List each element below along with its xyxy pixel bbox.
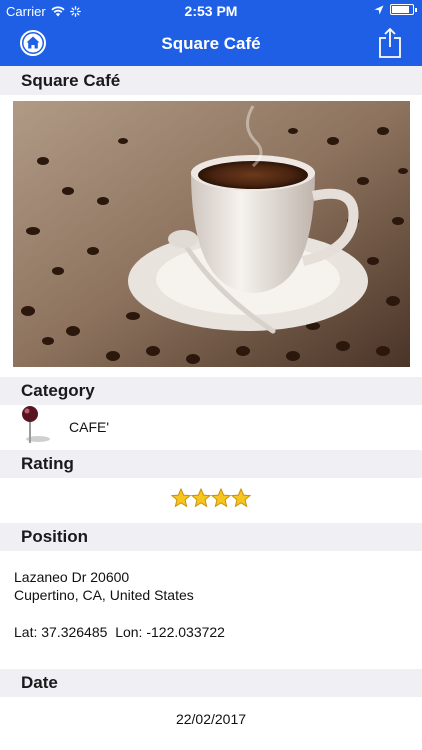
nav-title: Square Café (161, 34, 261, 53)
coordinates: Lat: 37.326485 Lon: -122.033722 (14, 624, 225, 640)
category-value: CAFE' (69, 419, 110, 435)
rating-stars (0, 488, 422, 513)
star-icon (231, 488, 251, 508)
map-pin-icon (22, 406, 50, 443)
star-icon (171, 488, 191, 508)
date-header: Date (0, 669, 422, 697)
rating-header: Rating (0, 450, 422, 478)
star-icon (191, 488, 211, 508)
star-icon (211, 488, 231, 508)
place-name-header: Square Café (0, 66, 422, 95)
category-header: Category (0, 377, 422, 405)
status-time: 2:53 PM (184, 3, 238, 19)
status-right (374, 4, 417, 15)
address-line-1: Lazaneo Dr 20600 (14, 569, 130, 585)
status-bar: Carrier 2:53 PM (0, 0, 422, 22)
coffee-photo (13, 101, 410, 367)
position-header: Position (0, 523, 422, 551)
place-photo (13, 101, 410, 367)
battery-fill (392, 6, 409, 13)
share-icon[interactable] (378, 27, 402, 59)
address-line-2: Cupertino, CA, United States (14, 587, 194, 603)
date-value: 22/02/2017 (175, 711, 247, 727)
category-row: CAFE' (0, 405, 422, 450)
location-arrow-icon (374, 5, 384, 14)
battery-icon (390, 4, 417, 15)
navigation-bar: Square Café (0, 22, 422, 66)
